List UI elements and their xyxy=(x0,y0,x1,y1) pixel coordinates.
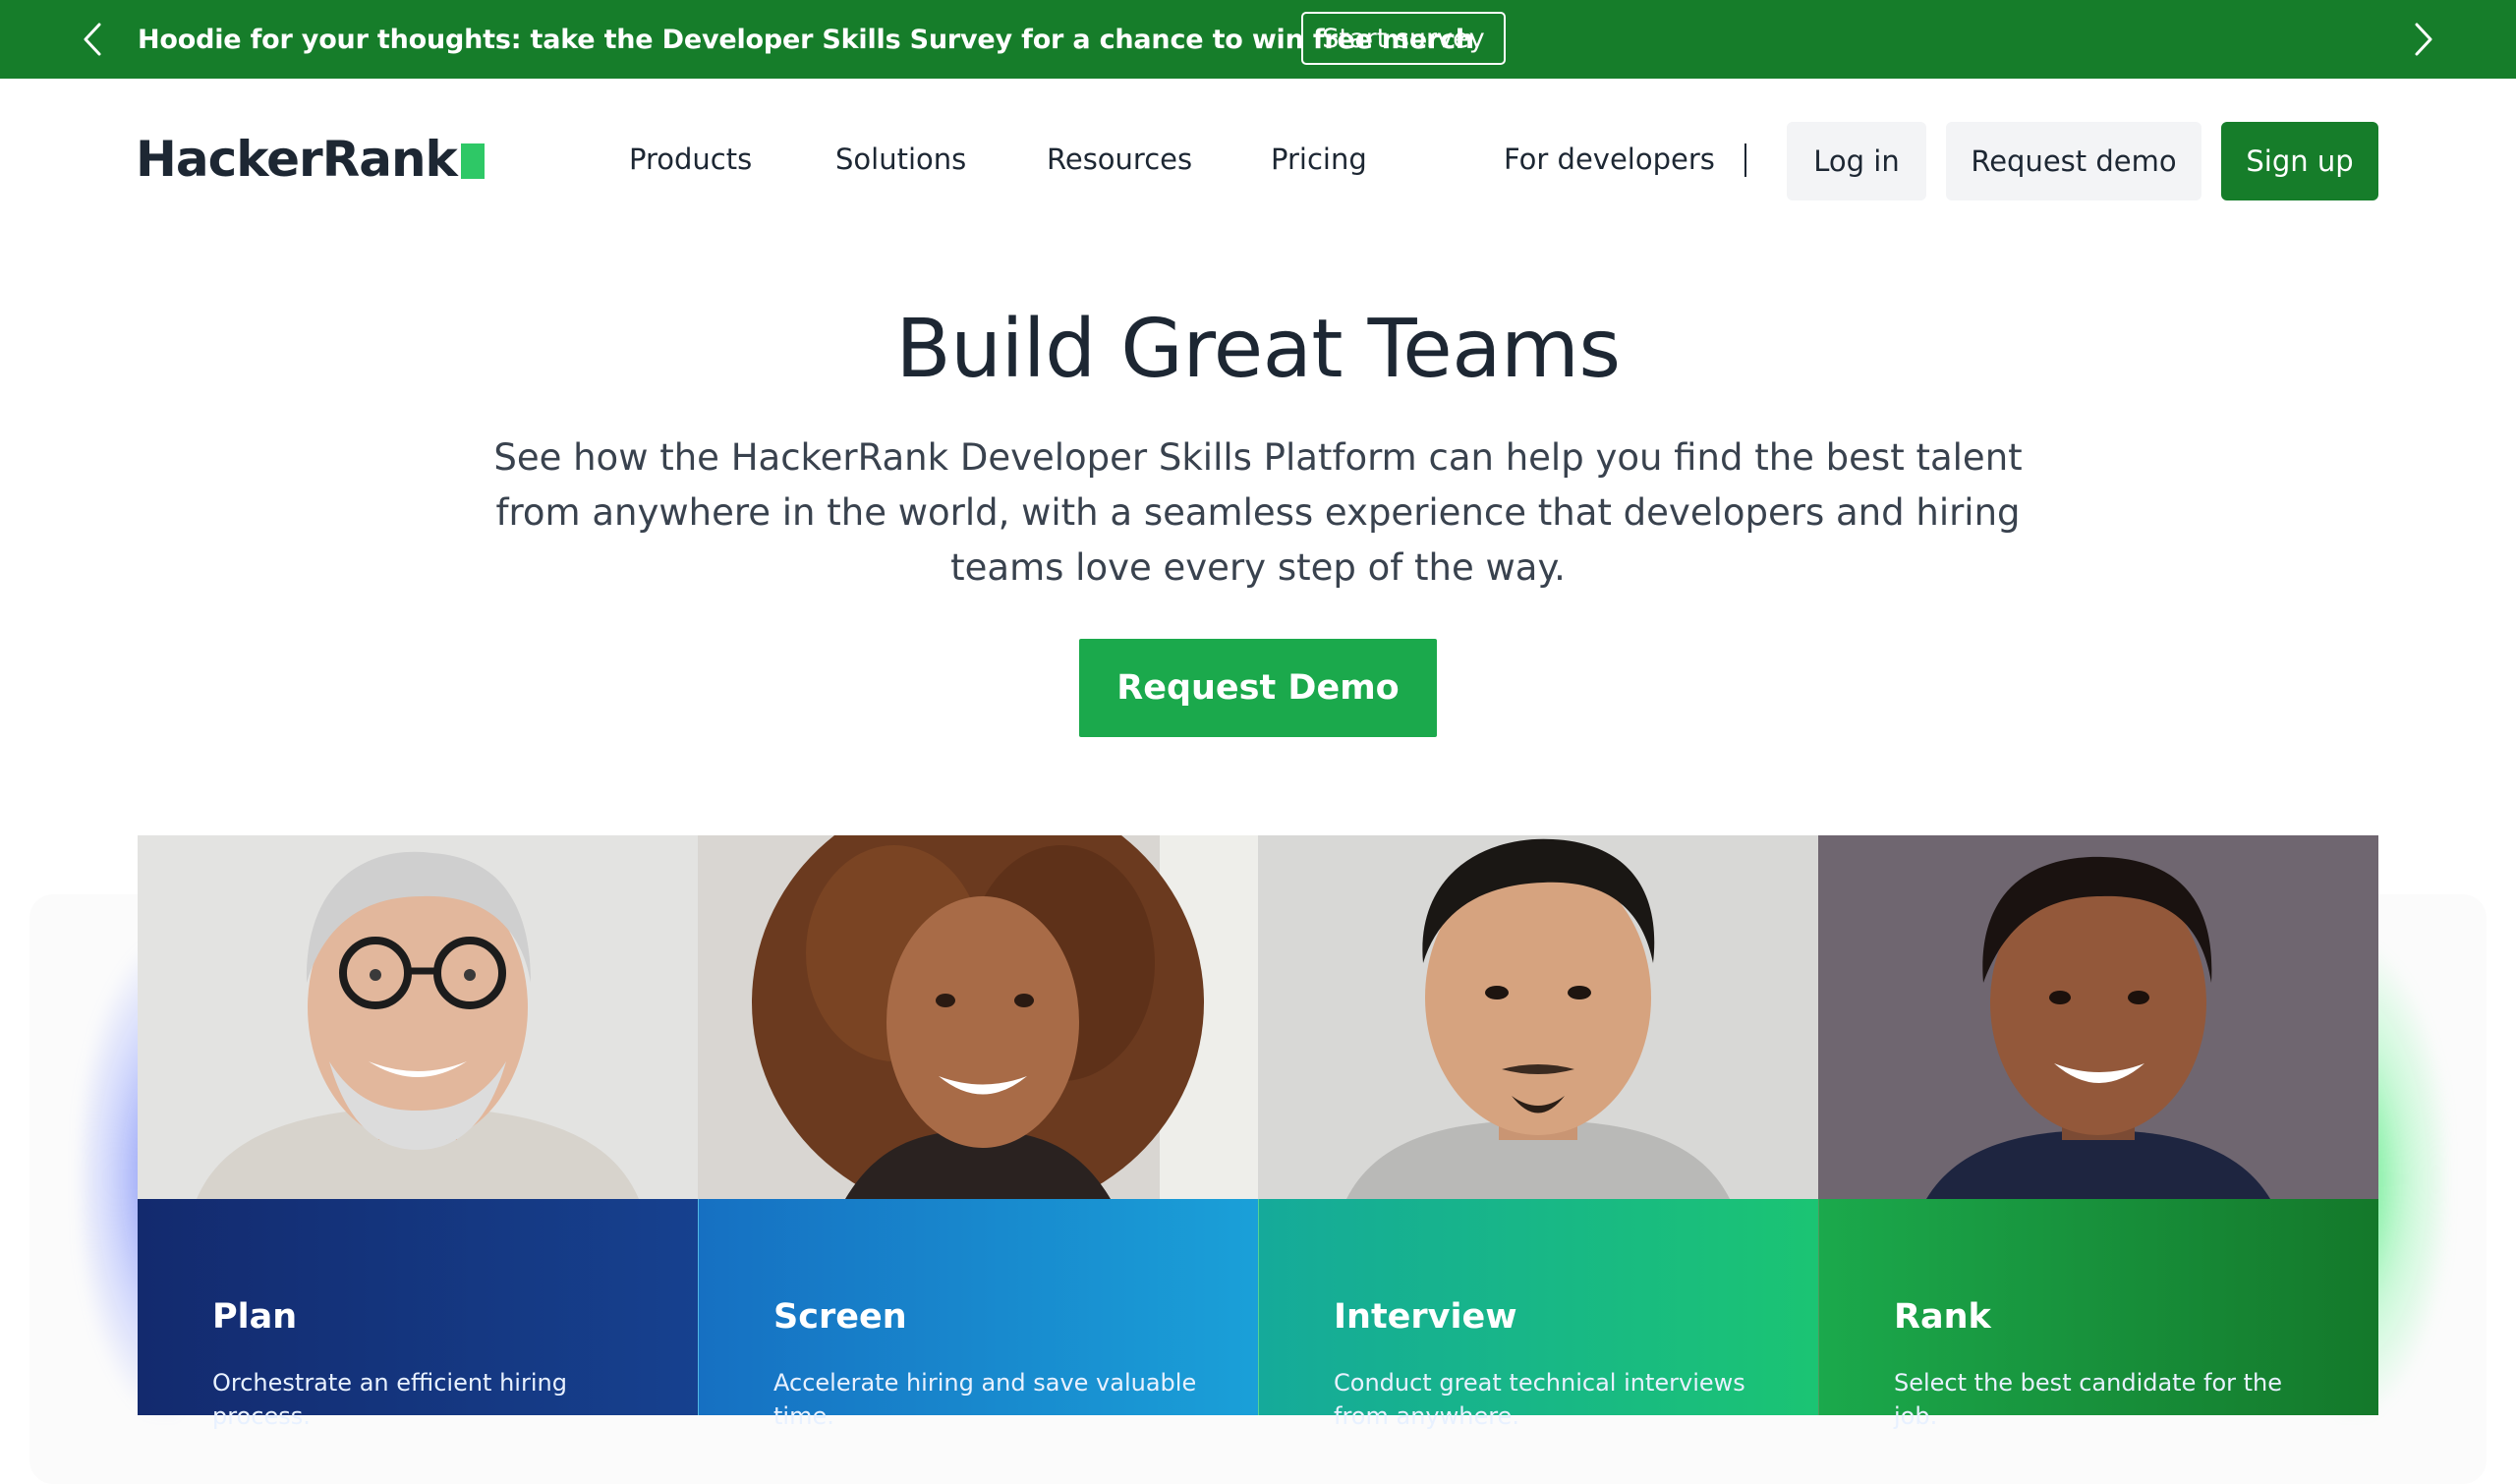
chevron-left-icon xyxy=(84,23,101,56)
card-rank-title: Rank xyxy=(1894,1297,1991,1337)
nav-solutions[interactable]: Solutions xyxy=(835,140,966,179)
card-interview[interactable]: Interview Conduct great technical interv… xyxy=(1258,835,1818,1430)
nav-pricing[interactable]: Pricing xyxy=(1271,140,1367,179)
announcement-next-button[interactable] xyxy=(2404,20,2443,59)
hero-request-demo-button[interactable]: Request Demo xyxy=(1079,639,1437,737)
hero-title: Build Great Teams xyxy=(895,303,1621,396)
logo-mark-icon xyxy=(460,143,485,179)
card-interview-description: Conduct great technical interviews from … xyxy=(1334,1369,1745,1430)
announcement-bar: Hoodie for your thoughts: take the Devel… xyxy=(0,0,2516,79)
portrait-man-glasses-image xyxy=(138,835,698,1199)
logo-text: HackerRank xyxy=(136,131,458,188)
portrait-interview xyxy=(1258,835,1818,1199)
card-interview-title: Interview xyxy=(1334,1297,1517,1337)
nav-divider xyxy=(1744,143,1746,177)
card-plan-body: Plan Orchestrate an efficient hiring pro… xyxy=(138,1199,698,1430)
card-screen-title: Screen xyxy=(773,1297,907,1337)
portrait-screen xyxy=(698,835,1258,1199)
card-screen[interactable]: Screen Accelerate hiring and save valuab… xyxy=(698,835,1258,1430)
nav-products[interactable]: Products xyxy=(629,140,752,179)
portrait-woman-curly-hair-image xyxy=(698,835,1258,1199)
portrait-woman-smiling-image xyxy=(1818,835,2378,1199)
nav-for-developers[interactable]: For developers xyxy=(1504,140,1715,179)
announcement-prev-button[interactable] xyxy=(73,20,112,59)
chevron-right-icon xyxy=(2415,23,2432,56)
card-screen-body: Screen Accelerate hiring and save valuab… xyxy=(698,1199,1258,1430)
hackerrank-logo[interactable]: HackerRank xyxy=(136,130,485,189)
card-plan-description: Orchestrate an efficient hiring process. xyxy=(212,1369,567,1430)
nav-resources[interactable]: Resources xyxy=(1047,140,1192,179)
card-screen-description: Accelerate hiring and save valuable time… xyxy=(773,1369,1197,1430)
card-rank-description: Select the best candidate for the job. xyxy=(1894,1369,2283,1430)
card-plan[interactable]: Plan Orchestrate an efficient hiring pro… xyxy=(138,835,698,1430)
signup-button[interactable]: Sign up xyxy=(2221,122,2378,200)
hiring-steps-cards: Plan Orchestrate an efficient hiring pro… xyxy=(138,835,2378,1430)
announcement-message: Hoodie for your thoughts: take the Devel… xyxy=(138,24,1474,55)
request-demo-button[interactable]: Request demo xyxy=(1946,122,2202,200)
card-rank-body: Rank Select the best candidate for the j… xyxy=(1818,1199,2378,1430)
portrait-plan xyxy=(138,835,698,1199)
card-plan-title: Plan xyxy=(212,1297,298,1337)
card-rank[interactable]: Rank Select the best candidate for the j… xyxy=(1818,835,2378,1430)
portrait-man-goatee-image xyxy=(1258,835,1818,1199)
portrait-rank xyxy=(1818,835,2378,1199)
site-header: HackerRank Products Solutions Resources … xyxy=(0,79,2516,240)
login-button[interactable]: Log in xyxy=(1787,122,1926,200)
hero-subtitle: See how the HackerRank Developer Skills … xyxy=(493,436,2023,589)
card-interview-body: Interview Conduct great technical interv… xyxy=(1258,1199,1818,1430)
start-survey-button[interactable]: Start survey xyxy=(1301,12,1506,65)
